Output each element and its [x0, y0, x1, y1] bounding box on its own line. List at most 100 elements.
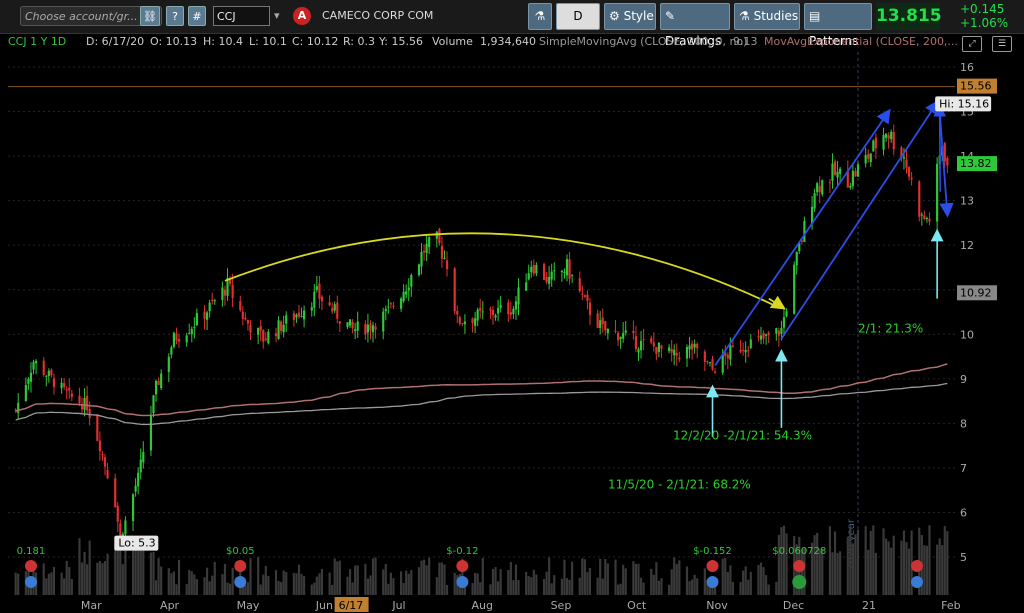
candle-body: [884, 133, 888, 138]
candle-body: [578, 278, 581, 292]
volume-bar: [497, 581, 500, 595]
volume-bar: [389, 572, 392, 595]
volume-bar: [206, 567, 209, 595]
volume-bar: [535, 574, 538, 595]
candle-body: [553, 270, 556, 272]
volume-bar: [481, 557, 484, 595]
candle-body: [757, 336, 760, 338]
volume-bar: [678, 560, 681, 595]
volume-bar: [614, 559, 617, 595]
candle-body: [410, 275, 413, 287]
candle-body: [550, 271, 553, 280]
candle-body: [925, 218, 929, 220]
candle-body: [818, 186, 821, 193]
volume-bar: [606, 563, 609, 595]
volume-bar: [400, 571, 403, 595]
candle-body: [839, 168, 842, 174]
volume-bar: [527, 576, 530, 595]
candle-body: [616, 332, 620, 341]
candle-body: [479, 307, 482, 311]
volume-bar: [892, 535, 895, 595]
candle-body: [364, 323, 367, 335]
candle-body: [274, 333, 278, 337]
volume-bar: [211, 575, 214, 595]
volume-bar: [315, 576, 318, 595]
candle-body: [45, 375, 48, 377]
volume-bar: [356, 565, 359, 595]
candle-body: [816, 183, 819, 193]
volume-bar: [17, 573, 20, 595]
volume-bar: [303, 576, 306, 595]
volume-bar: [103, 561, 107, 595]
volume-bar: [874, 552, 877, 595]
volume-bar: [185, 584, 188, 595]
volume-bar: [864, 526, 867, 595]
candle-body: [185, 335, 188, 343]
candle-body: [422, 250, 426, 253]
volume-bar: [946, 531, 949, 595]
volume-bar: [190, 571, 193, 595]
volume-bar: [410, 570, 413, 595]
x-tick-label: 21: [862, 599, 876, 612]
volume-bar: [517, 580, 520, 595]
candle-body: [295, 314, 298, 318]
candle-body: [795, 251, 798, 266]
candle-body: [402, 291, 405, 302]
candle-body: [744, 350, 747, 353]
bulb-icon: [706, 576, 719, 588]
candle-body: [96, 415, 99, 441]
bulb-icon: [456, 576, 469, 588]
candle-body: [417, 264, 421, 276]
volume-bar: [616, 584, 620, 595]
candle-body: [481, 311, 484, 313]
candle-body: [476, 309, 479, 321]
candle-body: [731, 345, 735, 347]
volume-bar: [331, 584, 334, 595]
candle-body: [685, 346, 689, 359]
volume-bar: [512, 580, 515, 595]
volume-bar: [292, 572, 295, 595]
candle-body: [246, 319, 250, 324]
bulb-icon: [234, 576, 247, 588]
volume-bar: [604, 559, 607, 595]
volume-bar: [422, 559, 426, 595]
volume-bar: [435, 577, 438, 595]
eps-label: $-0.12: [446, 546, 478, 557]
candle-body: [389, 303, 392, 305]
candle-body: [303, 310, 306, 320]
candle-body: [420, 251, 423, 267]
volume-bar: [928, 525, 931, 595]
candle-body: [583, 295, 586, 297]
volume-bar: [849, 526, 852, 595]
volume-bar: [63, 578, 66, 595]
volume-bar: [366, 578, 369, 595]
volume-bar: [121, 564, 124, 595]
volume-bar: [601, 578, 604, 595]
volume-bar: [471, 583, 474, 595]
volume-bar: [907, 548, 911, 595]
volume-bar: [328, 572, 331, 595]
candle-body: [851, 170, 854, 187]
candle-body: [369, 323, 372, 331]
candle-body: [47, 370, 50, 377]
candle-body: [152, 395, 155, 414]
volume-bar: [137, 542, 140, 595]
volume-bar: [392, 578, 395, 595]
candle-body: [277, 320, 280, 339]
volume-bar: [175, 584, 178, 595]
volume-bar: [213, 561, 216, 595]
volume-bar: [264, 565, 267, 595]
volume-bar: [384, 563, 387, 595]
volume-bar: [274, 570, 278, 595]
volume-bar: [438, 562, 441, 595]
volume-bar: [833, 531, 837, 595]
volume-bar: [88, 540, 91, 595]
candle-body: [280, 321, 283, 331]
candle-body: [86, 395, 89, 411]
candle-body: [297, 312, 301, 317]
candle-body: [221, 287, 224, 301]
candle-body: [910, 177, 913, 180]
volume-bar: [489, 584, 492, 595]
volume-bar: [313, 582, 316, 595]
candle-body: [70, 393, 73, 398]
